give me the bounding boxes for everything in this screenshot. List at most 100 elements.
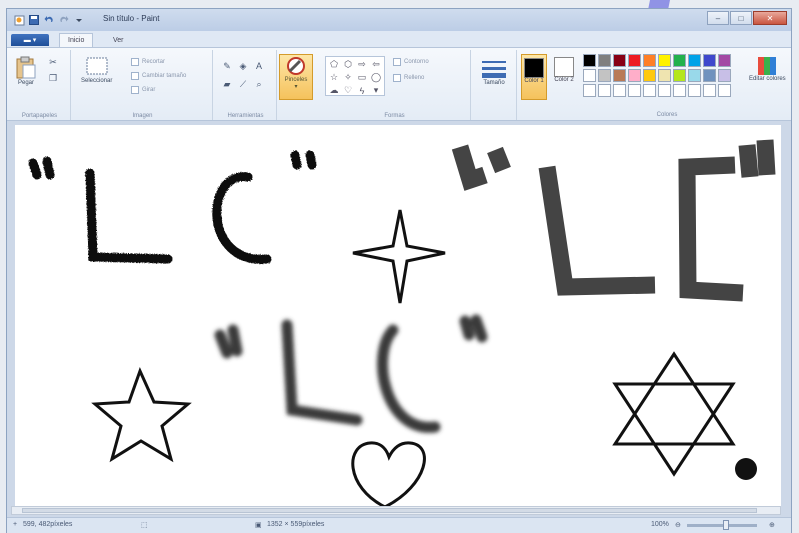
paint-menu-button[interactable]: ▬ ▾: [11, 34, 49, 46]
palette-swatch[interactable]: [718, 84, 731, 97]
image-group: Seleccionar Recortar Cambiar tamaño Gira…: [73, 50, 213, 120]
window-title: Sin título - Paint: [103, 14, 160, 23]
close-button[interactable]: ✕: [753, 11, 787, 25]
palette-swatch[interactable]: [688, 84, 701, 97]
ribbon: Pegar ✂ ❐ Portapapeles Seleccionar Recor…: [7, 47, 791, 121]
color2-button[interactable]: Color 2: [551, 54, 577, 96]
workspace: [7, 121, 791, 517]
fill-shape-icon: [393, 74, 401, 82]
palette-swatch[interactable]: [598, 84, 611, 97]
horizontal-scrollbar[interactable]: [11, 506, 781, 515]
eraser-icon[interactable]: ▰: [221, 78, 233, 90]
minimize-icon: –: [715, 13, 721, 23]
magnifier-icon[interactable]: ⌕: [253, 78, 265, 90]
palette-swatch[interactable]: [598, 69, 611, 82]
drawing-canvas[interactable]: [15, 125, 781, 509]
scrollbar-thumb[interactable]: [22, 508, 757, 513]
save-icon[interactable]: [28, 14, 40, 26]
crayon-drawing-lc: [28, 150, 317, 264]
shape-cloud-icon[interactable]: ☁: [328, 85, 340, 96]
shape-pentagon-icon[interactable]: ⬠: [328, 59, 340, 70]
size-button[interactable]: Tamaño: [481, 58, 507, 86]
palette-swatch[interactable]: [688, 54, 701, 67]
zoom-slider-knob[interactable]: [723, 520, 729, 530]
select-button[interactable]: Seleccionar: [81, 56, 112, 84]
palette-swatch[interactable]: [613, 54, 626, 67]
palette-swatch[interactable]: [643, 84, 656, 97]
customize-icon[interactable]: [73, 14, 85, 26]
paste-button[interactable]: Pegar: [15, 56, 37, 86]
palette-swatch[interactable]: [628, 69, 641, 82]
palette-swatch[interactable]: [613, 84, 626, 97]
zoom-in-icon[interactable]: ⊕: [769, 521, 775, 529]
redo-icon[interactable]: [58, 14, 70, 26]
undo-icon[interactable]: [43, 14, 55, 26]
shape-callout-icon[interactable]: ▭: [356, 72, 368, 83]
palette-swatch[interactable]: [688, 69, 701, 82]
resize-button[interactable]: Cambiar tamaño: [131, 72, 186, 80]
size-group: Tamaño: [473, 50, 517, 120]
palette-swatch[interactable]: [658, 69, 671, 82]
palette-swatch[interactable]: [628, 54, 641, 67]
shape-heart-icon[interactable]: ♡: [342, 85, 354, 96]
title-bar: Sin título - Paint – □ ✕: [7, 9, 791, 31]
six-point-star: [612, 351, 736, 477]
palette-swatch[interactable]: [658, 54, 671, 67]
minimize-button[interactable]: –: [707, 11, 729, 25]
palette-swatch[interactable]: [583, 69, 596, 82]
maximize-button[interactable]: □: [730, 11, 752, 25]
palette-swatch[interactable]: [613, 69, 626, 82]
color1-button[interactable]: Color 1: [521, 54, 547, 100]
window-controls: – □ ✕: [707, 11, 787, 25]
shapes-group-label: Formas: [384, 113, 405, 119]
crop-button[interactable]: Recortar: [131, 58, 165, 66]
zoom-level: 100%: [651, 521, 669, 528]
color1-swatch: [524, 58, 544, 78]
paint-app-icon[interactable]: [13, 14, 25, 26]
tools-group: ✎ ◈ A ▰ ⟋ ⌕ Herramientas: [215, 50, 277, 120]
fill-button[interactable]: Relleno: [393, 74, 424, 82]
brushes-button[interactable]: Pinceles ▾: [279, 54, 313, 100]
pencil-icon[interactable]: ✎: [221, 60, 233, 72]
palette-swatch[interactable]: [583, 54, 596, 67]
size-lines-icon: [482, 61, 506, 78]
palette-swatch[interactable]: [658, 84, 671, 97]
tab-inicio[interactable]: Inicio: [59, 33, 94, 47]
palette-swatch[interactable]: [718, 69, 731, 82]
fill-icon[interactable]: ◈: [237, 60, 249, 72]
marker-drawing-lc: [214, 314, 488, 433]
palette-swatch[interactable]: [583, 84, 596, 97]
palette-swatch[interactable]: [703, 84, 716, 97]
palette-swatch[interactable]: [703, 54, 716, 67]
zoom-out-icon[interactable]: ⊖: [675, 521, 681, 529]
palette-swatch[interactable]: [703, 69, 716, 82]
palette-swatch[interactable]: [643, 54, 656, 67]
crop-icon: [131, 58, 139, 66]
palette-swatch[interactable]: [628, 84, 641, 97]
zoom-slider-track[interactable]: [687, 524, 757, 527]
shape-hexagon-icon[interactable]: ⬡: [342, 59, 354, 70]
copy-icon[interactable]: ❐: [47, 72, 59, 84]
shape-arrow-icon[interactable]: ⇨: [356, 59, 368, 70]
palette-swatch[interactable]: [673, 69, 686, 82]
shape-star4-icon[interactable]: ✧: [342, 72, 354, 83]
palette-swatch[interactable]: [673, 54, 686, 67]
heart-shape: [351, 441, 426, 509]
edit-colors-button[interactable]: Editar colores: [749, 56, 786, 82]
shape-star-icon[interactable]: ☆: [328, 72, 340, 83]
palette-swatch[interactable]: [673, 84, 686, 97]
color-picker-icon[interactable]: ⟋: [237, 78, 249, 90]
palette-swatch[interactable]: [598, 54, 611, 67]
cursor-icon: +: [13, 521, 18, 528]
text-icon[interactable]: A: [253, 60, 265, 72]
palette-swatch[interactable]: [643, 69, 656, 82]
rotate-button[interactable]: Girar: [131, 86, 155, 94]
shape-oval-icon[interactable]: ◯: [370, 72, 382, 83]
shape-arrow-left-icon[interactable]: ⇦: [370, 59, 382, 70]
cut-icon[interactable]: ✂: [47, 56, 59, 68]
shape-lightning-icon[interactable]: ϟ: [356, 85, 368, 96]
shape-more-icon[interactable]: ▾: [370, 85, 382, 96]
palette-swatch[interactable]: [718, 54, 731, 67]
tab-ver[interactable]: Ver: [105, 33, 132, 47]
outline-button[interactable]: Contorno: [393, 58, 429, 66]
